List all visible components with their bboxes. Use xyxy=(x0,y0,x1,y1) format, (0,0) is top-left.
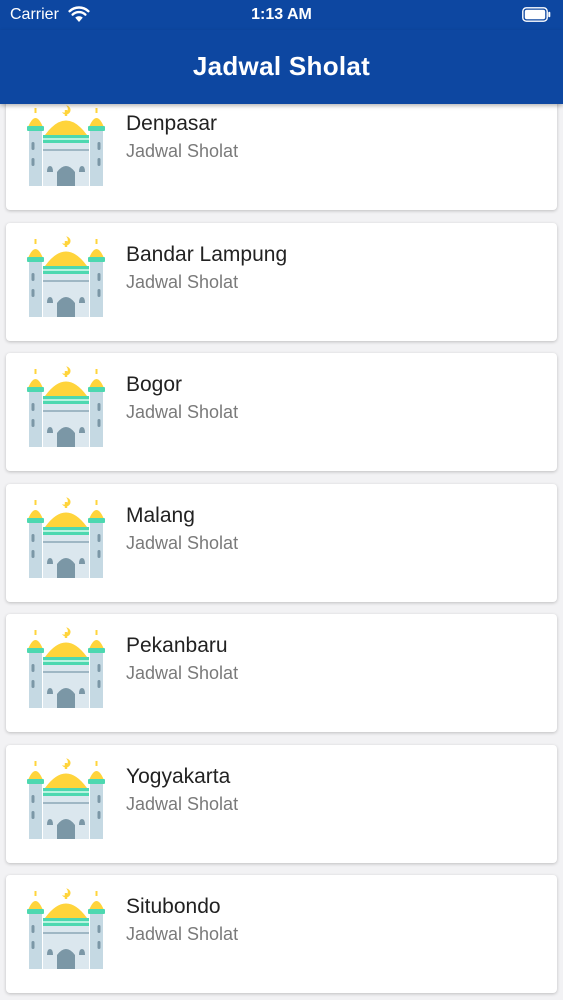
city-name: Bogor xyxy=(126,373,183,396)
city-card[interactable]: Yogyakarta Jadwal Sholat xyxy=(6,744,557,863)
status-time: 1:13 AM xyxy=(251,6,312,23)
city-name: Bandar Lampung xyxy=(126,242,288,266)
mosque-icon xyxy=(27,233,105,319)
city-subtitle: Jadwal Sholat xyxy=(126,271,239,292)
page-title: Jadwal Sholat xyxy=(192,51,371,81)
mosque-icon xyxy=(27,363,105,449)
mosque-icon xyxy=(27,104,105,188)
city-card[interactable]: Denpasar Jadwal Sholat xyxy=(6,104,557,210)
app-bar: Jadwal Sholat xyxy=(0,30,563,104)
city-subtitle: Jadwal Sholat xyxy=(126,532,239,553)
city-list[interactable]: Denpasar Jadwal Sholat Bandar Lampung Jadwa… xyxy=(0,104,563,1000)
city-subtitle: Jadwal Sholat xyxy=(126,402,239,422)
mosque-icon xyxy=(27,885,105,971)
battery-icon xyxy=(522,7,551,22)
status-bar: Carrier 1:13 AM xyxy=(0,0,563,30)
mosque-icon xyxy=(27,624,105,710)
mosque-icon xyxy=(27,755,105,841)
city-card[interactable]: Pekanbaru Jadwal Sholat xyxy=(6,614,557,732)
city-subtitle: Jadwal Sholat xyxy=(126,793,239,814)
city-name: Pekanbaru xyxy=(126,634,228,657)
city-name: Malang xyxy=(126,503,195,527)
city-subtitle: Jadwal Sholat xyxy=(126,663,239,683)
city-card[interactable]: Malang Jadwal Sholat xyxy=(6,483,557,602)
mosque-icon xyxy=(27,494,105,580)
city-name: Situbondo xyxy=(126,895,221,918)
city-name: Denpasar xyxy=(126,112,218,135)
city-subtitle: Jadwal Sholat xyxy=(126,924,239,944)
city-card[interactable]: Situbondo Jadwal Sholat xyxy=(6,875,557,993)
city-card[interactable]: Bogor Jadwal Sholat xyxy=(6,353,557,471)
city-name: Yogyakarta xyxy=(126,764,231,788)
city-card[interactable]: Bandar Lampung Jadwal Sholat xyxy=(6,222,557,341)
city-subtitle: Jadwal Sholat xyxy=(126,141,239,161)
